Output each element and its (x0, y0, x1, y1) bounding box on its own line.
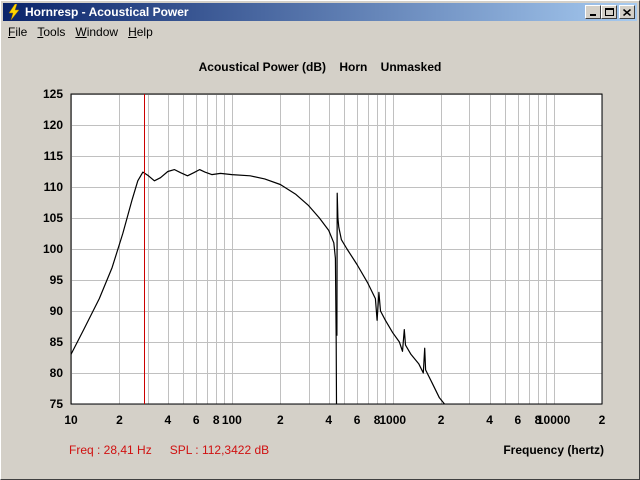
status-spl: SPL : 112,3422 dB (169, 443, 270, 457)
x-tick-label: 6 (354, 413, 361, 427)
x-tick-label: 2 (599, 413, 606, 427)
y-tick-label: 100 (43, 242, 63, 256)
x-axis-title: Frequency (hertz) (503, 443, 604, 457)
y-tick-label: 85 (50, 335, 64, 349)
x-tick-label: 2 (277, 413, 284, 427)
acoustical-power-chart[interactable]: 1251201151101051009590858075 10 2 4 6 8 100 2 4… (0, 0, 640, 480)
x-tick-label: 6 (515, 413, 522, 427)
y-tick-label: 105 (43, 211, 63, 225)
x-tick-label: 1000 (379, 413, 406, 427)
x-tick-label: 10 (64, 413, 78, 427)
y-tick-label: 90 (50, 304, 64, 318)
y-tick-label: 120 (43, 118, 63, 132)
y-tick-labels: 125 120 115 110 105 100 95 90 85 80 75 (43, 87, 63, 411)
x-tick-label: 8 (213, 413, 220, 427)
x-tick-label: 6 (193, 413, 200, 427)
x-tick-label: 4 (486, 413, 493, 427)
x-tick-label: 100 (222, 413, 242, 427)
status-readout: Freq : 28,41 Hz SPL : 112,3422 dB (69, 443, 269, 457)
y-tick-label: 80 (50, 366, 64, 380)
y-tick-label: 95 (50, 273, 64, 287)
y-tick-label: 110 (44, 180, 64, 194)
x-tick-label: 4 (165, 413, 172, 427)
y-tick-label: 115 (44, 149, 64, 163)
x-tick-labels: 10 2 4 6 8 100 2 4 6 81000 2 4 6 810000 2 (64, 413, 605, 427)
y-tick-label: 75 (50, 397, 64, 411)
status-frequency: Freq : 28,41 Hz (69, 443, 152, 457)
x-tick-label: 4 (325, 413, 332, 427)
x-tick-label: 10000 (537, 413, 571, 427)
x-tick-label: 2 (438, 413, 445, 427)
y-tick-label: 125 (43, 87, 63, 101)
x-tick-label: 2 (116, 413, 123, 427)
